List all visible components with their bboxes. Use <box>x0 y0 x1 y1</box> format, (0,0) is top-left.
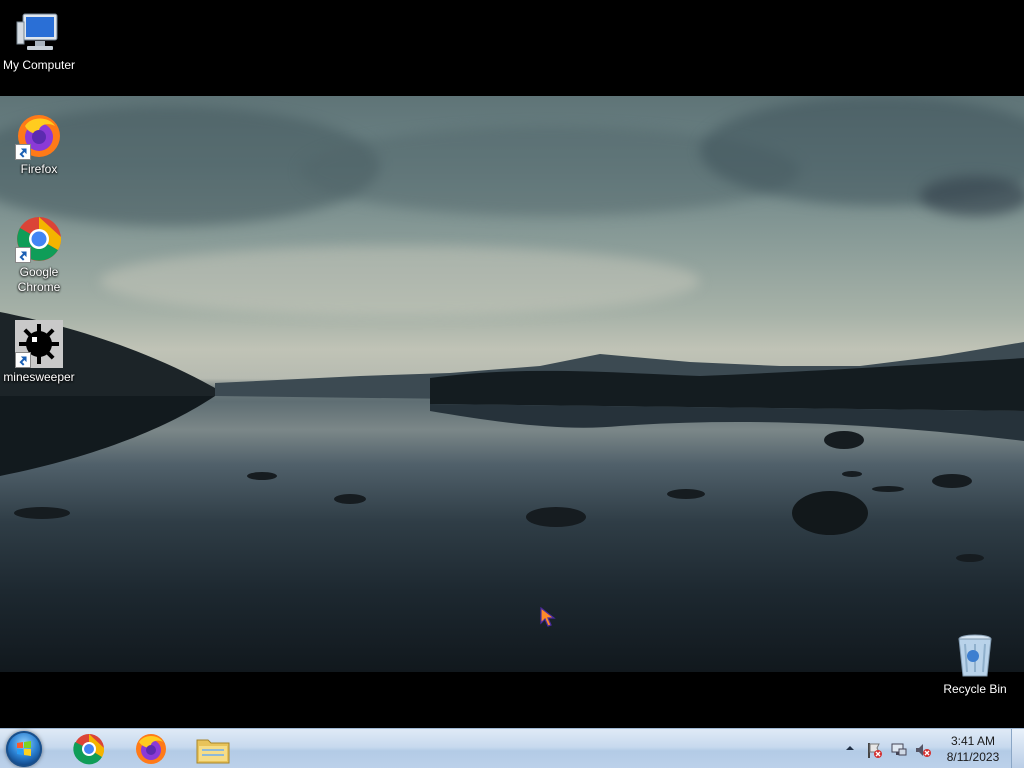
landscape-silhouette <box>0 312 1024 562</box>
recycle-bin-desktop-icon[interactable]: Recycle Bin <box>936 632 1014 697</box>
minesweeper-desktop-icon[interactable]: minesweeper <box>0 320 78 385</box>
volume-muted-icon <box>916 744 931 757</box>
show-desktop-button[interactable] <box>1011 729 1024 768</box>
chevron-up-icon <box>846 746 854 750</box>
flag-alert-icon <box>868 743 882 758</box>
my-computer-label: My Computer <box>2 58 76 72</box>
system-clock[interactable]: 3:41 AM 8/11/2023 <box>937 733 1009 765</box>
chrome-icon <box>15 215 63 263</box>
minesweeper-label: minesweeper <box>3 370 75 384</box>
firefox-icon <box>15 112 63 160</box>
clock-time: 3:41 AM <box>950 734 996 748</box>
firefox-label: Firefox <box>20 162 58 176</box>
recycle-bin-label: Recycle Bin <box>943 682 1007 696</box>
windows-logo-icon <box>17 741 31 756</box>
chrome-icon <box>73 734 105 765</box>
my-computer-desktop-icon[interactable]: My Computer <box>0 8 78 73</box>
network-icon <box>891 743 907 756</box>
network-button[interactable] <box>890 741 908 759</box>
taskbar: 3:41 AM 8/11/2023 <box>0 728 1024 768</box>
start-button[interactable] <box>6 731 42 767</box>
firefox-desktop-icon[interactable]: Firefox <box>0 112 78 177</box>
mine-icon <box>15 320 63 368</box>
file-explorer-icon <box>196 739 230 764</box>
desktop-wallpaper <box>0 96 1024 672</box>
taskbar-chrome-button[interactable] <box>62 731 116 767</box>
shortcut-arrow-icon <box>15 247 31 263</box>
show-hidden-icons-button[interactable] <box>843 741 857 755</box>
recycle-bin-icon <box>951 632 999 680</box>
chrome-desktop-icon[interactable]: Google Chrome <box>0 215 78 295</box>
volume-button[interactable] <box>914 741 932 759</box>
shortcut-arrow-icon <box>15 144 31 160</box>
mouse-cursor-icon <box>540 607 556 627</box>
taskbar-firefox-button[interactable] <box>124 731 178 767</box>
firefox-icon <box>136 734 166 764</box>
clock-date: 8/11/2023 <box>946 750 1000 764</box>
chrome-label: Google Chrome <box>17 265 61 294</box>
taskbar-explorer-button[interactable] <box>186 731 240 767</box>
shortcut-arrow-icon <box>15 352 31 368</box>
action-center-button[interactable] <box>865 741 883 759</box>
computer-icon <box>15 8 63 56</box>
